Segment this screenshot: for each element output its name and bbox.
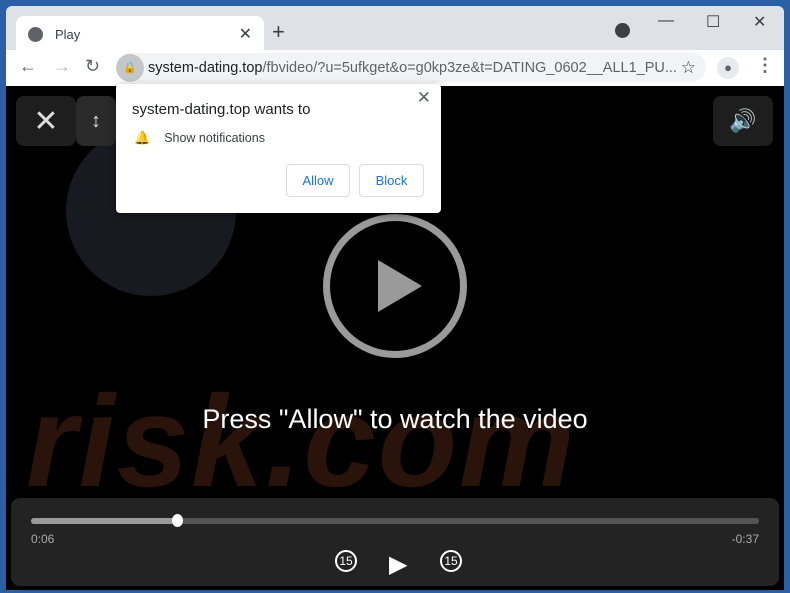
tab-close-icon[interactable]: ✕ — [239, 24, 252, 44]
progress-knob[interactable] — [171, 514, 183, 527]
allow-button[interactable]: Allow — [286, 164, 350, 197]
play-icon — [378, 260, 422, 312]
address-bar[interactable]: 🔒 system-dating.top/fbvideo/?u=5ufkget&o… — [116, 53, 706, 82]
skip-forward-button[interactable]: 15 — [440, 550, 462, 572]
extension-icon[interactable] — [615, 23, 630, 38]
notification-permission-popup: system-dating.top wants to ✕ 🔔 Show notif… — [116, 84, 441, 213]
allow-message: Press "Allow" to watch the video — [202, 404, 588, 434]
progress-bar[interactable] — [31, 514, 759, 527]
resize-icon[interactable]: ↕ — [76, 96, 116, 146]
elapsed-time: 0:06 — [31, 532, 55, 546]
permission-text: Show notifications — [164, 131, 265, 145]
url-path: /fbvideo/?u=5ufkget&o=g0kp3ze&t=DATING_0… — [262, 59, 677, 76]
back-button[interactable]: ← — [19, 56, 37, 77]
remaining-time: -0:37 — [731, 532, 759, 546]
reload-button[interactable]: ↻ — [85, 56, 100, 77]
forward-button[interactable]: → — [53, 56, 71, 77]
globe-icon — [28, 26, 43, 42]
url-domain: system-dating.top — [148, 59, 263, 76]
volume-icon[interactable]: 🔊 — [713, 96, 773, 146]
menu-kebab-icon[interactable]: ⋮ — [756, 55, 774, 76]
popup-title: system-dating.top wants to — [132, 101, 311, 118]
lock-icon[interactable]: 🔒 — [116, 53, 144, 82]
close-video-button[interactable]: ✕ — [16, 96, 76, 146]
progress-fill — [31, 518, 177, 524]
toolbar: ← → ↻ 🔒 system-dating.top/fbvideo/?u=5uf… — [6, 50, 784, 86]
player-controls: 0:06 -0:37 15 ▶ 15 — [11, 498, 779, 586]
new-tab-button[interactable]: + — [272, 19, 285, 45]
close-window-button[interactable]: ✕ — [753, 12, 766, 32]
bookmark-star-icon[interactable]: ☆ — [681, 58, 696, 78]
minimize-button[interactable]: — — [658, 12, 674, 30]
tab-title: Play — [55, 26, 81, 42]
play-button[interactable]: ▶ — [389, 550, 407, 579]
profile-avatar[interactable]: ● — [717, 57, 739, 79]
tab-play[interactable]: Play ✕ — [16, 16, 264, 52]
bell-icon: 🔔 — [134, 130, 151, 145]
skip-back-button[interactable]: 15 — [335, 550, 357, 572]
maximize-button[interactable]: ☐ — [706, 12, 720, 32]
watermark-text: risk.com — [26, 368, 577, 514]
popup-close-icon[interactable]: ✕ — [417, 88, 431, 108]
block-button[interactable]: Block — [359, 164, 424, 197]
big-play-button[interactable] — [323, 214, 467, 358]
